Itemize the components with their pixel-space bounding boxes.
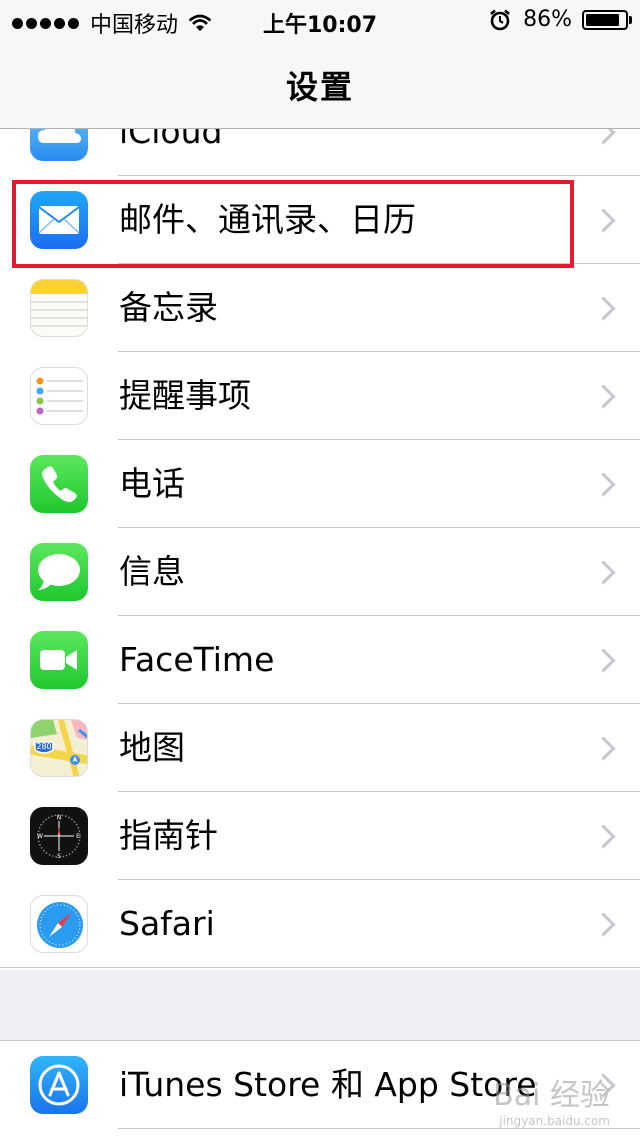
map-shield-number: 280 [36, 742, 51, 751]
settings-row-label: 信息 [119, 552, 185, 591]
battery-percent: 86% [523, 7, 572, 32]
chevron-right-icon [591, 648, 616, 673]
settings-row-compass[interactable]: N E S W 指南针 [0, 792, 640, 880]
highlight-box [12, 180, 574, 268]
page-title: 设置 [285, 68, 354, 106]
settings-row-label: 提醒事项 [119, 376, 251, 415]
maps-icon: 280 [30, 719, 88, 777]
notes-icon [30, 279, 88, 337]
compass-letter-w: W [37, 833, 43, 840]
status-bar: 中国移动 上午10:07 86% [0, 0, 640, 40]
settings-row-safari[interactable]: Safari [0, 880, 640, 968]
watermark-text: Bai 经验 [493, 1078, 610, 1113]
compass-icon: N E S W [30, 807, 88, 865]
settings-row-messages[interactable]: 信息 [0, 528, 640, 616]
safari-icon [30, 895, 88, 953]
chevron-right-icon [591, 208, 616, 233]
messages-icon [30, 543, 88, 601]
chevron-right-icon [591, 296, 616, 321]
chevron-right-icon [591, 736, 616, 761]
compass-letter-e: E [76, 833, 80, 840]
settings-row-maps[interactable]: 280 地图 [0, 704, 640, 792]
chevron-right-icon [591, 824, 616, 849]
compass-letter-n: N [57, 815, 62, 822]
top-bar: 中国移动 上午10:07 86% 设置 [0, 0, 640, 129]
chevron-right-icon [591, 384, 616, 409]
settings-row-phone[interactable]: 电话 [0, 440, 640, 528]
settings-row-label: Safari [119, 904, 215, 943]
watermark-sub: jingyan.baidu.com [499, 1114, 610, 1128]
settings-row-label: 指南针 [119, 816, 218, 855]
battery-fill [586, 13, 619, 26]
chevron-right-icon [591, 560, 616, 585]
settings-row-facetime[interactable]: FaceTime [0, 616, 640, 704]
settings-row-label: 备忘录 [119, 288, 218, 327]
facetime-icon [30, 631, 88, 689]
phone-icon [30, 455, 88, 513]
settings-row-label: 地图 [119, 728, 185, 767]
compass-letter-s: S [57, 853, 61, 860]
settings-row-label: iTunes Store 和 App Store [119, 1065, 537, 1104]
watermark: Bai 经验 jingyan.baidu.com [493, 1070, 610, 1128]
app-store-icon [30, 1056, 88, 1114]
reminders-icon [30, 367, 88, 425]
settings-row-notes[interactable]: 备忘录 [0, 264, 640, 352]
settings-row-reminders[interactable]: 提醒事项 [0, 352, 640, 440]
battery-icon [582, 9, 632, 30]
chevron-right-icon [591, 912, 616, 937]
settings-row-label: FaceTime [119, 640, 275, 679]
settings-row-label: 电话 [119, 464, 185, 503]
alarm-clock-icon [490, 9, 510, 30]
chevron-right-icon [591, 472, 616, 497]
